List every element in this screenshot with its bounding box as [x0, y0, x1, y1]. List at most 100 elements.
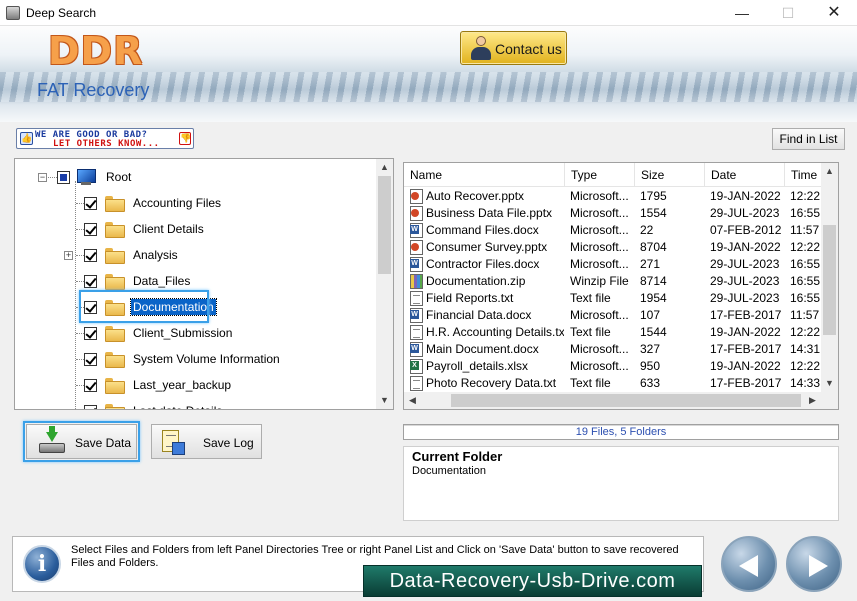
save-log-button[interactable]: Save Log — [151, 424, 262, 459]
col-name[interactable]: Name — [404, 163, 565, 187]
cell-type: Microsoft... — [570, 206, 629, 220]
cell-date: 19-JAN-2022 — [710, 240, 781, 254]
table-row[interactable]: Photo Recovery Data.txt Text file 633 17-FE… — [404, 375, 838, 392]
person-icon — [470, 36, 492, 61]
scroll-down-icon[interactable]: ▼ — [376, 392, 393, 409]
cell-time: 12:22 — [790, 189, 820, 203]
directory-tree[interactable]: − Root Accounting Files Client Details + An… — [14, 158, 394, 410]
cell-time: 16:55 — [790, 274, 820, 288]
table-row[interactable]: Payroll_details.xlsx Microsoft... 950 19-JA… — [404, 358, 838, 375]
thumbs-down-icon: 👎 — [179, 132, 192, 145]
cell-size: 107 — [640, 308, 661, 322]
cell-time: 12:22 — [790, 325, 820, 339]
back-arrow-icon — [739, 555, 758, 577]
file-icon — [410, 206, 423, 221]
list-hscrollbar[interactable]: ◀ ▶ — [404, 392, 838, 409]
tree-item[interactable]: Analysis — [84, 245, 180, 265]
cell-size: 8714 — [640, 274, 667, 288]
cell-size: 271 — [640, 257, 661, 271]
file-icon — [410, 274, 423, 289]
table-row[interactable]: Main Document.docx Microsoft... 327 17-FEB-… — [404, 341, 838, 358]
cell-type: Microsoft... — [570, 308, 629, 322]
tree-item[interactable]: Accounting Files — [84, 193, 223, 213]
cell-date: 19-JAN-2022 — [710, 189, 781, 203]
folder-icon — [105, 274, 125, 290]
tree-checkbox[interactable] — [84, 326, 97, 340]
scroll-thumb[interactable] — [823, 225, 836, 335]
selection-highlight — [79, 290, 209, 323]
folder-icon — [105, 248, 125, 264]
scroll-right-icon[interactable]: ▶ — [804, 392, 821, 409]
tree-checkbox[interactable] — [84, 196, 97, 210]
cell-date: 29-JUL-2023 — [710, 274, 780, 288]
tree-checkbox[interactable] — [84, 352, 97, 366]
cell-time: 16:55 — [790, 257, 820, 271]
tree-item-label: Analysis — [133, 248, 178, 262]
tree-checkbox[interactable] — [84, 222, 97, 236]
tree-checkbox[interactable] — [84, 404, 97, 409]
root-checkbox[interactable] — [57, 170, 70, 184]
folder-icon — [105, 404, 125, 409]
table-row[interactable]: Business Data File.pptx Microsoft... 1554 2… — [404, 205, 838, 222]
tree-checkbox[interactable] — [84, 274, 97, 288]
minimize-button[interactable]: — — [719, 0, 765, 26]
file-list[interactable]: Name Type Size Date Time Auto Recover.pp… — [403, 162, 839, 410]
tree-item[interactable]: Client Details — [84, 219, 206, 239]
cell-date: 19-JAN-2022 — [710, 325, 781, 339]
tree-item-label: Client Details — [133, 222, 204, 236]
table-row[interactable]: Auto Recover.pptx Microsoft... 1795 19-JAN-… — [404, 188, 838, 205]
collapse-root-icon[interactable]: − — [38, 173, 47, 182]
table-row[interactable]: Documentation.zip Winzip File 8714 29-JUL-2… — [404, 273, 838, 290]
table-row[interactable]: Field Reports.txt Text file 1954 29-JUL-202… — [404, 290, 838, 307]
table-row[interactable]: H.R. Accounting Details.txt Text file 1544… — [404, 324, 838, 341]
brand-banner: Data-Recovery-Usb-Drive.com — [363, 565, 702, 597]
col-date[interactable]: Date — [705, 163, 785, 187]
tree-scrollbar[interactable]: ▲ ▼ — [376, 159, 393, 409]
col-type[interactable]: Type — [565, 163, 635, 187]
table-row[interactable]: Command Files.docx Microsoft... 22 07-FEB-2… — [404, 222, 838, 239]
scroll-up-icon[interactable]: ▲ — [376, 159, 393, 176]
scroll-up-icon[interactable]: ▲ — [821, 163, 838, 180]
cell-type: Microsoft... — [570, 257, 629, 271]
tree-item[interactable]: Last_year_backup — [84, 375, 233, 395]
file-icon — [410, 223, 423, 238]
tree-item[interactable]: System Volume Information — [84, 349, 282, 369]
find-in-list-button[interactable]: Find in List — [772, 128, 845, 150]
tree-item[interactable]: Client_Submission — [84, 323, 234, 343]
cell-size: 633 — [640, 376, 661, 390]
scroll-left-icon[interactable]: ◀ — [404, 392, 421, 409]
back-button[interactable] — [721, 536, 777, 592]
table-row[interactable]: Consumer Survey.pptx Microsoft... 8704 19-J… — [404, 239, 838, 256]
next-arrow-icon — [809, 555, 828, 577]
header-banner: DDR FAT Recovery Contact us — [0, 26, 857, 122]
cell-time: 12:22 — [790, 359, 820, 373]
close-button[interactable]: ✕ — [811, 0, 857, 26]
scroll-thumb[interactable] — [451, 394, 801, 407]
cell-name: Business Data File.pptx — [426, 206, 553, 220]
col-size[interactable]: Size — [635, 163, 705, 187]
contact-us-button[interactable]: Contact us — [460, 31, 567, 65]
tree-guide-line — [75, 181, 76, 409]
feedback-button[interactable]: 👍 WE ARE GOOD OR BAD? LET OTHERS KNOW...… — [16, 128, 194, 149]
save-log-icon — [162, 430, 186, 456]
cell-date: 17-FEB-2017 — [710, 342, 782, 356]
maximize-button[interactable]: ☐ — [765, 0, 811, 26]
save-data-button[interactable]: Save Data — [26, 424, 137, 459]
tree-checkbox[interactable] — [84, 378, 97, 392]
tree-checkbox[interactable] — [84, 248, 97, 262]
tree-item-root[interactable]: Root — [57, 167, 133, 187]
cell-type: Text file — [570, 376, 611, 390]
tree-item-label: Last_year_backup — [133, 378, 232, 392]
scroll-thumb[interactable] — [378, 176, 391, 274]
table-row[interactable]: Financial Data.docx Microsoft... 107 17-FEB… — [404, 307, 838, 324]
table-row[interactable]: Contractor Files.docx Microsoft... 271 29-J… — [404, 256, 838, 273]
tree-item[interactable]: Data_Files — [84, 271, 192, 291]
scroll-down-icon[interactable]: ▼ — [821, 375, 838, 392]
next-button[interactable] — [786, 536, 842, 592]
cell-type: Winzip File — [570, 274, 629, 288]
list-vscrollbar[interactable]: ▲ ▼ — [821, 163, 838, 392]
save-drive-icon — [39, 426, 65, 454]
tree-item[interactable]: Last date Details — [84, 401, 224, 409]
cell-size: 1544 — [640, 325, 667, 339]
expand-node-icon[interactable]: + — [64, 251, 73, 260]
